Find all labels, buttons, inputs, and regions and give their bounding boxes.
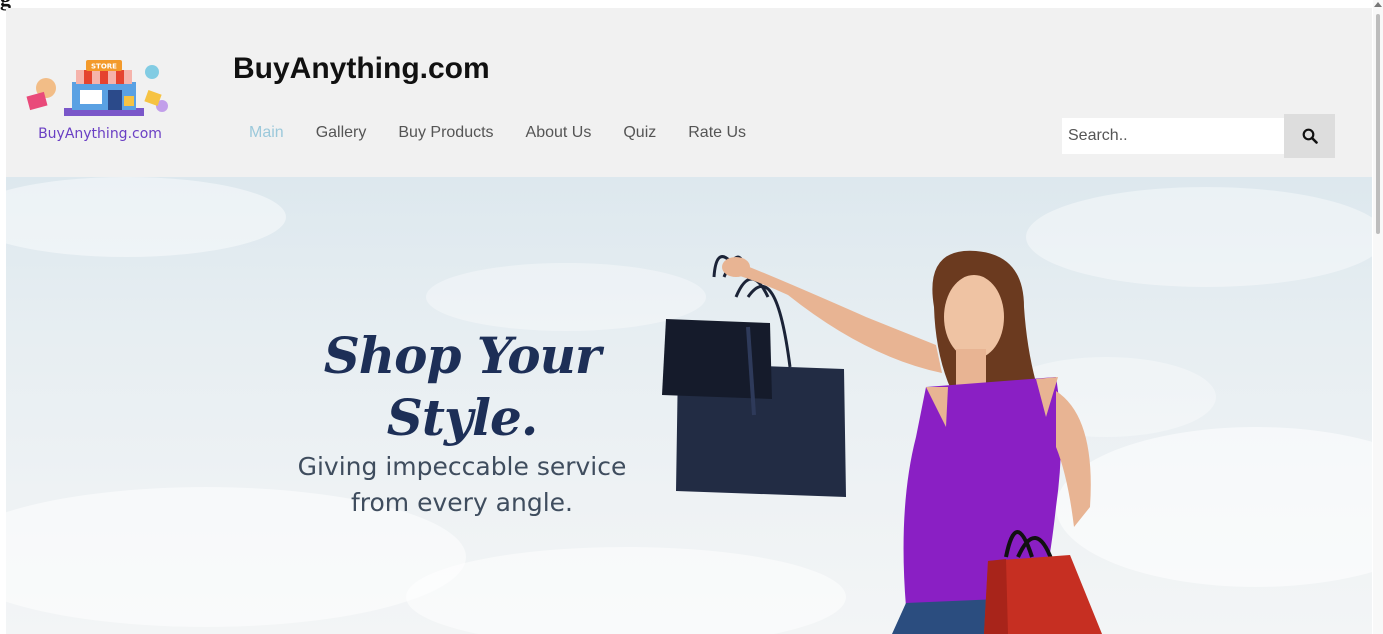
search-input[interactable] — [1062, 118, 1284, 154]
nav-item-rate-us[interactable]: Rate Us — [672, 120, 762, 146]
hero-subline-1: Giving impeccable service — [297, 452, 627, 481]
search-icon — [1302, 128, 1318, 144]
page-scrollbar[interactable] — [1373, 0, 1383, 634]
hero-headline: Shop Your Style. — [323, 326, 602, 447]
search-button[interactable] — [1284, 114, 1335, 158]
search-bar — [1062, 114, 1335, 158]
nav-item-quiz[interactable]: Quiz — [607, 120, 672, 146]
nav-item-about-us[interactable]: About Us — [510, 120, 608, 146]
site-logo[interactable]: STORE BuyAnything.com — [24, 52, 176, 152]
hero-banner: Shop Your Style. Giving impeccable servi… — [6, 177, 1372, 634]
scroll-up-arrow-icon[interactable] — [1374, 2, 1382, 7]
logo-store-sign: STORE — [91, 63, 117, 71]
nav-item-buy-products[interactable]: Buy Products — [382, 120, 509, 146]
page: g STORE BuyAnything.com BuyAnything.com — [0, 0, 1383, 634]
hero-image — [6, 177, 1372, 634]
logo-wordmark: BuyAnything.com — [38, 126, 162, 142]
hero-tagline: Shop Your Style. Giving impeccable servi… — [252, 325, 672, 521]
scrollbar-thumb[interactable] — [1376, 14, 1380, 234]
nav-item-gallery[interactable]: Gallery — [300, 120, 383, 146]
site-title: BuyAnything.com — [233, 52, 490, 85]
nav-item-main[interactable]: Main — [233, 120, 300, 146]
site-header: STORE BuyAnything.com BuyAnything.com Ma… — [6, 8, 1372, 177]
main-nav: Main Gallery Buy Products About Us Quiz … — [233, 120, 762, 146]
hero-subline-2: from every angle. — [350, 488, 573, 517]
